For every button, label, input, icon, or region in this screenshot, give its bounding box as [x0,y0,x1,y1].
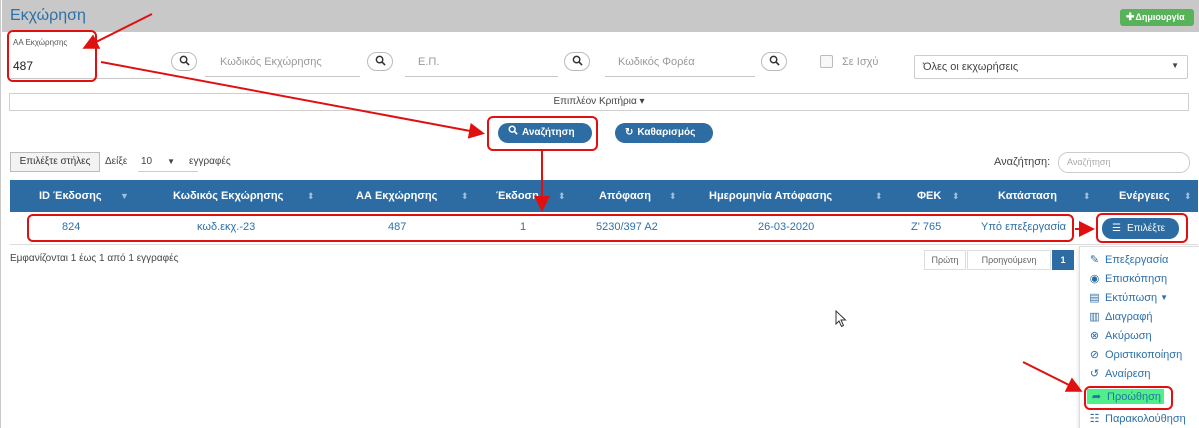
annotation-box-action [1096,213,1188,243]
more-criteria-label: Επιπλέον Κριτήρια [553,96,637,107]
print-icon: ▤ [1089,292,1100,304]
menu-item-delete[interactable]: ▥ Διαγραφή [1088,310,1153,324]
search-icon [179,55,190,69]
list-icon: ☷ [1089,413,1100,425]
sort-icon: ⬍ [1184,191,1192,201]
cancel-circle-icon: ⊗ [1089,330,1100,342]
menu-item-edit[interactable]: ✎ Επεξεργασία [1088,253,1169,267]
ep-field-underline [405,76,558,77]
eye-icon: ◉ [1089,273,1100,285]
mouse-cursor-icon [835,309,847,331]
col-version[interactable]: Έκδοση [496,180,539,212]
create-button-label: Δημιουργία [1135,12,1185,22]
caret-down-icon: ▼ [167,157,176,166]
menu-item-label: Ακύρωση [1105,329,1152,342]
col-status[interactable]: Κατάσταση [998,180,1057,212]
row-divider [10,244,1198,245]
annotation-box-search [487,116,598,151]
table-header: ID Έκδοσης ▼ Κωδικός Εκχώρησης ⬍ ΑΑ Εκχώ… [10,180,1198,212]
sort-icon: ⬍ [461,191,469,201]
clear-button-label: Καθαρισμός [637,127,696,138]
more-criteria-toggle[interactable]: Επιπλέον Κριτήρια ▾ [9,93,1189,111]
caret-down-icon: ▼ [1160,293,1169,302]
app-frame: Εκχώρηση ✚Δημιουργία ΑΑ Εκχώρησης 487 Κω… [0,0,1199,428]
search-icon [375,55,386,69]
sort-icon: ⬍ [1083,191,1091,201]
sort-icon: ⬍ [307,191,315,201]
table-search-input[interactable]: Αναζήτηση [1058,152,1190,173]
page-header: Εκχώρηση ✚Δημιουργία [2,0,1199,32]
search-icon [572,55,583,69]
code-field[interactable]: Κωδικός Εκχώρησης [220,56,322,68]
ep-search-button[interactable] [564,52,590,71]
menu-item-finalize[interactable]: ⊘ Οριστικοποίηση [1088,348,1183,362]
ep-field[interactable]: Ε.Π. [418,56,439,68]
sort-icon: ⬍ [558,191,566,201]
search-icon [769,55,780,69]
create-button[interactable]: ✚Δημιουργία [1120,9,1194,26]
sort-icon: ⬍ [875,191,883,201]
menu-item-print[interactable]: ▤ Εκτύπωση ▼ [1088,291,1169,305]
menu-item-track[interactable]: ☷ Παρακολούθηση [1088,412,1186,426]
pagination-previous[interactable]: Προηγούμενη [967,250,1051,270]
status-select[interactable]: Όλες οι εκχωρήσεις ▼ [914,55,1188,79]
menu-item-label: Επισκόπηση [1105,272,1168,285]
table-info: Εμφανίζονται 1 έως 1 από 1 εγγραφές [10,253,179,264]
carrier-field-underline [605,76,755,77]
menu-item-label: Παρακολούθηση [1105,412,1186,425]
aa-search-button[interactable] [171,52,197,71]
check-circle-icon: ⊘ [1089,349,1100,361]
trash-icon: ▥ [1089,311,1100,323]
col-actions: Ενέργειες [1119,190,1170,202]
show-label: Δείξε [105,156,128,167]
records-label: εγγραφές [189,156,231,167]
page-size-value: 10 [141,156,153,167]
plus-icon: ✚ [1126,12,1135,23]
in-force-checkbox[interactable] [820,55,833,68]
col-code[interactable]: Κωδικός Εκχώρησης [173,180,283,212]
carrier-search-button[interactable] [761,52,787,71]
annotation-box-forward [1084,386,1173,410]
menu-item-label: Εκτύπωση [1105,291,1158,304]
table-search-label: Αναζήτηση: [994,156,1051,168]
in-force-label: Σε Ισχύ [842,56,879,68]
caret-down-icon: ▾ [639,96,645,107]
sort-icon: ▼ [120,191,129,201]
arrow-to-forward [1022,361,1083,392]
code-field-underline [205,76,360,77]
edit-icon: ✎ [1089,254,1100,266]
caret-down-icon: ▼ [1171,61,1179,70]
sort-icon: ⬍ [952,191,960,201]
choose-columns-button[interactable]: Επιλέξτε στήλες [10,152,100,172]
annotation-box-row [27,214,1074,242]
menu-item-cancel[interactable]: ⊗ Ακύρωση [1088,329,1152,343]
pagination-page[interactable]: 1 [1052,250,1074,270]
refresh-icon: ↻ [625,127,634,138]
carrier-field[interactable]: Κωδικός Φορέα [618,56,695,68]
menu-item-label: Διαγραφή [1105,310,1153,323]
col-decision[interactable]: Απόφαση [599,180,651,212]
sort-icon: ⬍ [669,191,677,201]
menu-item-preview[interactable]: ◉ Επισκόπηση [1088,272,1168,286]
col-fek[interactable]: ΦΕΚ [917,180,941,212]
menu-item-label: Αναίρεση [1105,367,1151,380]
pagination-first[interactable]: Πρώτη [924,250,966,270]
col-id[interactable]: ID Έκδοσης [39,180,102,212]
menu-item-label: Επεξεργασία [1105,253,1169,266]
clear-button[interactable]: ↻ Καθαρισμός [615,123,713,143]
col-aa[interactable]: ΑΑ Εκχώρησης [356,180,437,212]
status-select-value: Όλες οι εκχωρήσεις [923,61,1019,73]
code-search-button[interactable] [367,52,393,71]
annotation-box-aa [7,30,97,82]
page-title: Εκχώρηση [10,7,86,24]
menu-item-undo[interactable]: ↺ Αναίρεση [1088,367,1151,381]
menu-item-label: Οριστικοποίηση [1105,348,1183,361]
col-date[interactable]: Ημερομηνία Απόφασης [709,180,832,212]
undo-icon: ↺ [1089,368,1100,380]
